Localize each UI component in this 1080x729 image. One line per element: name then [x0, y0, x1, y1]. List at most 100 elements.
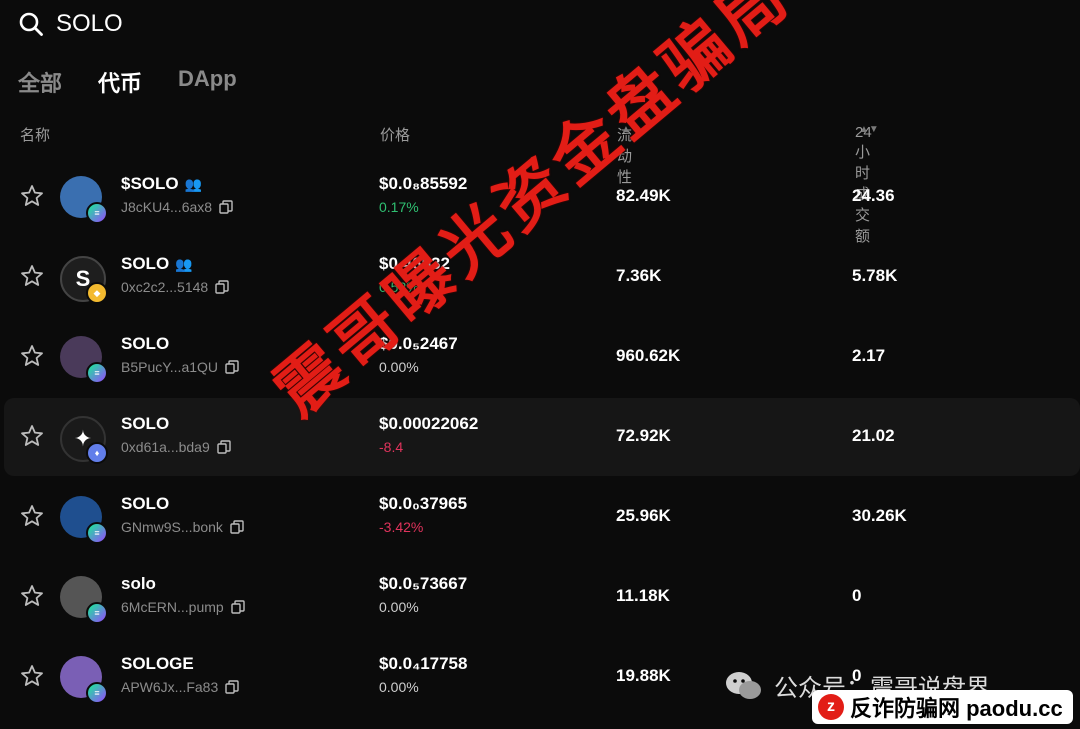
- token-row[interactable]: ✦ ♦ SOLO 0xd61a...bda9 $0.00022062 -8.4 …: [4, 398, 1080, 476]
- token-name: SOLOGE: [121, 654, 194, 673]
- solana-chain-icon: ≡: [86, 602, 108, 624]
- column-price: 价格: [380, 127, 411, 144]
- liquidity-value: 19.88K: [616, 666, 671, 685]
- volume-value: 21.02: [852, 426, 895, 445]
- tab-all[interactable]: 全部: [18, 66, 62, 98]
- token-row[interactable]: ≡ SOLO GNmw9S...bonk $0.0₀37965 -3.42% 2…: [4, 478, 1080, 556]
- site-logo-icon: z: [818, 694, 844, 720]
- favorite-star-icon[interactable]: [20, 184, 44, 208]
- holders-icon: 👥: [175, 255, 193, 272]
- copy-icon[interactable]: [230, 520, 244, 534]
- copy-icon[interactable]: [225, 680, 239, 694]
- token-price: $0.0₅2467: [379, 334, 458, 353]
- favorite-star-icon[interactable]: [20, 344, 44, 368]
- wechat-icon: [726, 671, 761, 699]
- token-address-group: 6McERN...pump: [121, 599, 245, 615]
- token-name-group: $SOLO 👥: [121, 174, 202, 194]
- liquidity-value: 82.49K: [616, 186, 671, 205]
- token-address-group: 0xd61a...bda9: [121, 439, 231, 455]
- favorite-star-icon[interactable]: [20, 584, 44, 608]
- price-change: 0.00%: [379, 679, 419, 695]
- favorite-star-icon[interactable]: [20, 424, 44, 448]
- token-price: $0.00022062: [379, 414, 479, 433]
- category-tabs: 全部 代币 DApp: [18, 66, 237, 98]
- token-row[interactable]: ≡ $SOLO 👥 J8cKU4...6ax8 $0.0₈85592 0.17%…: [4, 158, 1080, 236]
- search-icon: [19, 12, 43, 36]
- token-row[interactable]: ≡ SOLO B5PucY...a1QU $0.0₅2467 0.00% 960…: [4, 318, 1080, 396]
- search-bar[interactable]: [18, 10, 356, 38]
- token-price: $0.0₄17758: [379, 654, 468, 673]
- ethereum-chain-icon: ♦: [86, 442, 108, 464]
- table-header: 名称 价格 流动性 ▲▼ 24小时成交额 ▲▼: [0, 124, 1080, 245]
- sort-icon: ▲▼: [859, 124, 879, 135]
- sort-icon: ▲▼: [621, 124, 641, 135]
- favorite-star-icon[interactable]: [20, 504, 44, 528]
- token-name-group: SOLO: [121, 334, 169, 354]
- token-address-group: APW6Jx...Fa83: [121, 679, 239, 695]
- token-address-group: J8cKU4...6ax8: [121, 199, 233, 215]
- token-address: 0xc2c2...5148: [121, 279, 209, 295]
- token-name: SOLO: [121, 414, 170, 433]
- volume-value: 30.26K: [852, 506, 907, 525]
- volume-value: 5.78K: [852, 266, 898, 285]
- token-name-group: SOLOGE: [121, 654, 194, 674]
- token-price: $0.0₅73667: [379, 574, 468, 593]
- token-row[interactable]: ≡ solo 6McERN...pump $0.0₅73667 0.00% 11…: [4, 558, 1080, 636]
- token-address-group: B5PucY...a1QU: [121, 359, 239, 375]
- token-price: $0.46532: [379, 254, 450, 273]
- price-change: 0.00%: [379, 599, 419, 615]
- liquidity-value: 11.18K: [616, 586, 670, 605]
- price-change: 0.52%: [379, 279, 419, 295]
- solana-chain-icon: ≡: [86, 682, 108, 704]
- copy-icon[interactable]: [225, 360, 239, 374]
- search-input[interactable]: [56, 10, 356, 38]
- token-address-group: 0xc2c2...5148: [121, 279, 229, 295]
- site-label: 反诈防骗网 paodu.cc: [850, 696, 1063, 721]
- price-change: 0.17%: [379, 199, 419, 215]
- holders-icon: 👥: [184, 175, 203, 192]
- volume-value: 2.17: [852, 346, 886, 365]
- volume-value: 0: [852, 586, 862, 605]
- copy-icon[interactable]: [231, 600, 245, 614]
- liquidity-value: 72.92K: [616, 426, 671, 445]
- token-name: SOLO: [121, 254, 170, 273]
- liquidity-value: 960.62K: [616, 346, 681, 365]
- favorite-star-icon[interactable]: [20, 264, 44, 288]
- token-row[interactable]: S ◆ SOLO 👥 0xc2c2...5148 $0.46532 0.52% …: [4, 238, 1080, 316]
- token-name: $SOLO: [121, 174, 179, 193]
- tab-dapp[interactable]: DApp: [178, 66, 237, 98]
- column-name: 名称: [20, 127, 51, 144]
- copy-icon[interactable]: [215, 280, 229, 294]
- token-name-group: SOLO 👥: [121, 254, 193, 274]
- token-address: GNmw9S...bonk: [121, 519, 223, 535]
- token-name: SOLO: [121, 334, 170, 353]
- liquidity-value: 7.36K: [616, 266, 662, 285]
- copy-icon[interactable]: [219, 200, 233, 214]
- token-address: 6McERN...pump: [121, 599, 224, 615]
- solana-chain-icon: ≡: [86, 202, 108, 224]
- site-badge: z 反诈防骗网 paodu.cc: [812, 690, 1073, 724]
- token-name-group: solo: [121, 574, 156, 594]
- copy-icon[interactable]: [217, 440, 231, 454]
- price-change: 0.00%: [379, 359, 419, 375]
- token-address-group: GNmw9S...bonk: [121, 519, 244, 535]
- favorite-star-icon[interactable]: [20, 664, 44, 688]
- token-address: 0xd61a...bda9: [121, 439, 210, 455]
- price-change: -8.4: [379, 439, 404, 455]
- liquidity-value: 25.96K: [616, 506, 671, 525]
- tab-tokens[interactable]: 代币: [98, 66, 142, 98]
- solana-chain-icon: ≡: [86, 362, 108, 384]
- token-name-group: SOLO: [121, 494, 169, 514]
- token-name: SOLO: [121, 494, 170, 513]
- token-price: $0.0₈85592: [379, 174, 468, 193]
- token-address: B5PucY...a1QU: [121, 359, 219, 375]
- token-name: solo: [121, 574, 156, 593]
- solana-chain-icon: ≡: [86, 522, 108, 544]
- volume-value: 24.36: [852, 186, 895, 205]
- bnb-chain-icon: ◆: [86, 282, 108, 304]
- token-address: J8cKU4...6ax8: [121, 199, 213, 215]
- token-name-group: SOLO: [121, 414, 169, 434]
- token-price: $0.0₀37965: [379, 494, 468, 513]
- token-address: APW6Jx...Fa83: [121, 679, 219, 695]
- price-change: -3.42%: [379, 519, 424, 535]
